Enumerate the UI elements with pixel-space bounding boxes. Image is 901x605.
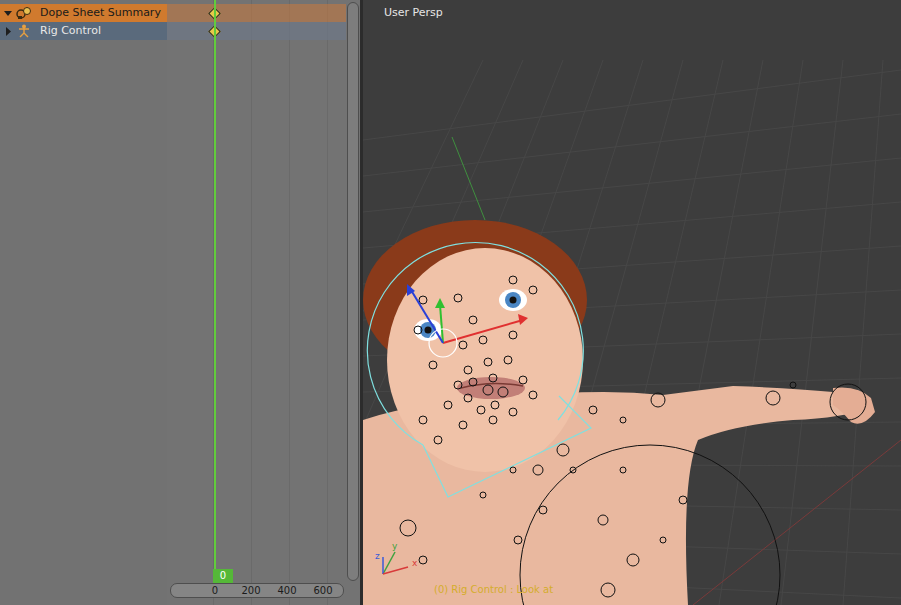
head-bone-outline	[367, 243, 591, 497]
channel-list: Dope Sheet SummaryRig Control	[0, 0, 167, 605]
expand-arrow-icon[interactable]	[4, 27, 13, 36]
character[interactable]	[363, 220, 875, 605]
viewport-status: (0) Rig Control : Look at	[434, 584, 553, 595]
channel-name: Dope Sheet Summary	[40, 4, 161, 22]
axis-label: y	[392, 541, 397, 551]
scene	[363, 0, 901, 605]
channel-band	[167, 4, 346, 22]
ruler-label: 200	[241, 584, 260, 597]
channel-band	[167, 22, 346, 40]
armature-icon	[16, 24, 32, 38]
playhead[interactable]	[214, 0, 216, 585]
channel-row[interactable]: Rig Control	[0, 22, 167, 40]
channel-bands	[167, 4, 346, 40]
current-frame[interactable]: 0	[213, 569, 233, 583]
channel-row[interactable]: Dope Sheet Summary	[0, 4, 167, 22]
dope-sheet-editor: Dope Sheet SummaryRig Control 00 200 400 600	[0, 0, 363, 605]
vertical-scrollbar[interactable]	[347, 2, 359, 581]
3d-viewport[interactable]: User Persp y z x (0) Rig Control : Look at	[363, 0, 901, 605]
transform-gizmo[interactable]	[407, 284, 528, 357]
ruler-label: 0	[212, 584, 218, 597]
blender-window: Dope Sheet SummaryRig Control 00 200 400 600…	[0, 0, 901, 605]
axis-gizmo	[383, 552, 408, 574]
ruler-label: 600	[313, 584, 332, 597]
expand-arrow-icon[interactable]	[4, 9, 13, 18]
vertical-scrollbar-area	[346, 0, 360, 605]
ruler-label: 400	[277, 584, 296, 597]
axis-label: z	[375, 551, 380, 561]
channel-name: Rig Control	[40, 22, 101, 40]
axis-label: x	[412, 558, 417, 568]
bone-markers[interactable]	[400, 276, 866, 605]
horizontal-scrollbar[interactable]: 0 200 400 600	[170, 583, 344, 598]
timeline[interactable]: 00 200 400 600	[167, 0, 346, 605]
view-name: User Persp	[384, 6, 443, 19]
summary-icon	[16, 6, 32, 20]
floor-grid	[363, 60, 901, 605]
